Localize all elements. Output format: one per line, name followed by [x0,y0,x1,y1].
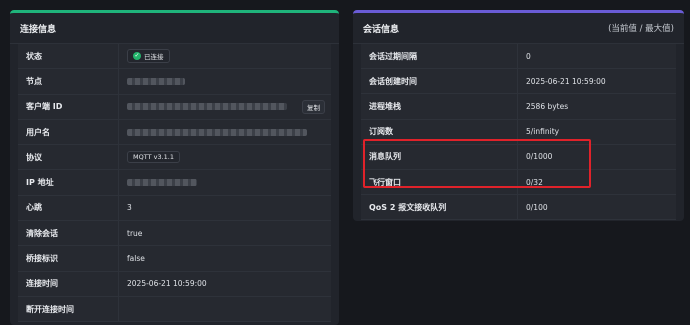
row-value [119,297,331,321]
row-label: 桥接标识 [18,246,119,271]
row-value: 2025-06-21 10:59:00 [526,76,606,86]
row-value: false [127,254,145,264]
row-protocol: 协议 MQTT v3.1.1 [18,145,331,171]
row-value: 复制 [119,95,331,119]
row-status: 状态 ✓ 已连接 [18,44,331,70]
row-label: 清除会话 [18,221,119,246]
row-label: 进程堆栈 [361,94,518,119]
row-connected-at: 连接时间 2025-06-21 10:59:00 [18,271,331,297]
row-label: 会话过期间隔 [361,44,518,69]
row-value: MQTT v3.1.1 [119,145,331,169]
row-value: 2025-06-21 10:59:00 [127,279,207,289]
row-value: ✓ 已连接 [119,44,331,68]
row-session-expiry: 会话过期间隔 0 [361,44,676,70]
row-qos2-queue: QoS 2 报文接收队列 0/100 [361,195,676,221]
session-info-panel: 会话信息 (当前值 / 最大值) 会话过期间隔 0 会话创建时间 2025-06… [353,10,684,221]
row-value [119,120,331,144]
row-session-created: 会话创建时间 2025-06-21 10:59:00 [361,69,676,95]
row-label: 会话创建时间 [361,69,518,94]
row-value: 3 [127,203,132,213]
row-bridge-flag: 桥接标识 false [18,246,331,272]
row-ip-address: IP 地址 [18,170,331,196]
row-label: 消息队列 [361,144,518,169]
row-label: 连接时间 [18,271,119,296]
session-info-hint: (当前值 / 最大值) [608,24,674,34]
row-label: 状态 [18,44,119,69]
row-label: 心跳 [18,195,119,221]
redacted-node [127,77,185,85]
status-text: 已连接 [144,53,164,62]
row-value: true [127,228,143,238]
row-label: 用户名 [18,119,119,145]
check-circle-icon: ✓ [133,52,141,61]
row-label: IP 地址 [18,170,119,195]
status-badge: ✓ 已连接 [127,49,170,64]
connection-info-header: 连接信息 [10,13,339,44]
copy-button[interactable]: 复制 [302,99,325,114]
row-label: 协议 [18,145,119,170]
row-label: 订阅数 [361,119,518,144]
row-value: 5/infinity [526,127,560,137]
session-info-title: 会话信息 [363,24,400,35]
row-inflight-window: 飞行窗口 0/32 [361,169,676,196]
row-message-queue: 消息队列 0/1000 [361,144,676,170]
session-info-table: 会话过期间隔 0 会话创建时间 2025-06-21 10:59:00 进程堆栈… [353,44,684,221]
row-label: 节点 [18,69,119,94]
row-username: 用户名 [18,119,331,146]
row-label: 飞行窗口 [361,169,518,195]
redacted-ip [127,179,197,187]
redacted-username [127,128,307,136]
protocol-badge: MQTT v3.1.1 [127,151,181,164]
row-clean-session: 清除会话 true [18,221,331,247]
row-value [119,69,331,93]
row-client-id: 客户端 ID 复制 [18,94,331,120]
row-value: 2586 bytes [526,101,569,111]
row-value: 0/100 [526,202,548,212]
row-process-heap: 进程堆栈 2586 bytes [361,94,676,120]
row-label: 客户端 ID [18,94,119,119]
row-subscriptions: 订阅数 5/infinity [361,119,676,145]
row-value: 0/32 [526,177,543,187]
row-value: 0/1000 [526,152,553,162]
row-keepalive: 心跳 3 [18,195,331,222]
row-node: 节点 [18,69,331,95]
connection-info-title: 连接信息 [20,24,57,35]
connection-info-panel: 连接信息 状态 ✓ 已连接 节点 客户端 ID 复制 用户名 协议 MQTT v… [10,10,339,325]
row-disconnected-at: 断开连接时间 [18,296,331,323]
connection-info-table: 状态 ✓ 已连接 节点 客户端 ID 复制 用户名 协议 MQTT v3.1.1… [10,44,339,323]
row-label: 断开连接时间 [18,296,119,322]
row-label: QoS 2 报文接收队列 [361,195,518,220]
row-value [119,170,331,194]
redacted-client-id [127,103,287,111]
row-value: 0 [526,51,531,61]
session-info-header: 会话信息 (当前值 / 最大值) [353,13,684,44]
